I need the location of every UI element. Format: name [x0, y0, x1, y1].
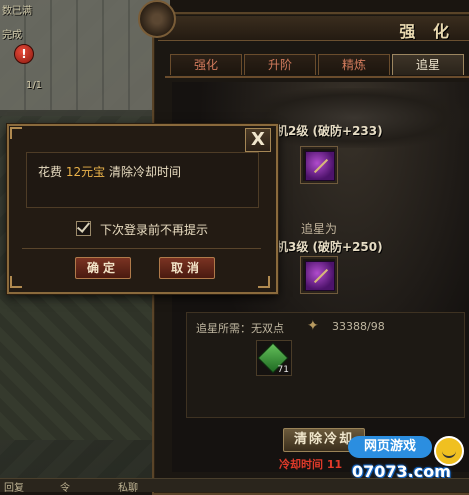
- dont-remind-checkbox[interactable]: [76, 221, 91, 236]
- requirement-value: 33388/98: [332, 320, 385, 333]
- panel-title: 强 化: [399, 22, 455, 41]
- dialog-corner-ornament: [258, 276, 270, 288]
- bottom-chat-bar: 回复 令 私聊: [0, 478, 469, 494]
- tab-upgrade[interactable]: 升阶: [244, 54, 316, 75]
- current-level-text: 机2级 (破防+233): [276, 124, 383, 138]
- tab-divider: [165, 76, 469, 78]
- dialog-corner-ornament: [10, 127, 22, 139]
- ground-texture: [0, 290, 170, 440]
- dialog-divider: [22, 248, 261, 249]
- dialog-message-box: [26, 152, 259, 208]
- quest-tracker-line: 1/1: [26, 80, 43, 91]
- tab-enhance[interactable]: 强化: [170, 54, 242, 75]
- close-icon[interactable]: X: [245, 128, 271, 152]
- confirm-dialog: [7, 124, 278, 294]
- chat-tab[interactable]: 令: [60, 479, 70, 494]
- alert-icon[interactable]: !: [14, 44, 34, 64]
- dialog-corner-ornament: [10, 276, 22, 288]
- site-watermark: 网页游戏 07073.com: [344, 436, 469, 484]
- panel-ornament-icon: [138, 0, 176, 38]
- message-prefix: 花费: [38, 165, 63, 179]
- chat-tab[interactable]: 回复: [4, 479, 24, 494]
- current-item-slot[interactable]: [300, 146, 338, 184]
- confirm-button[interactable]: 确定: [75, 257, 131, 279]
- quest-tracker-line: 数已满: [2, 6, 32, 17]
- next-item-slot[interactable]: [300, 256, 338, 294]
- arrow-label: 追星为: [301, 222, 338, 236]
- chat-tab[interactable]: 私聊: [118, 479, 138, 494]
- next-level-text: 机3级 (破防+250): [276, 240, 383, 254]
- dont-remind-label[interactable]: 下次登录前不再提示: [100, 221, 208, 238]
- dialog-message: 花费 12元宝 清除冷却时间: [38, 163, 181, 180]
- tab-bar: 强化 升阶 精炼 追星: [168, 54, 469, 76]
- weapon-item-icon: [305, 261, 335, 291]
- watermark-brand: 网页游戏: [348, 436, 432, 458]
- cooldown-timer: 冷却时间 11: [279, 458, 343, 471]
- message-amount: 12元宝: [65, 165, 106, 179]
- message-suffix: 清除冷却时间: [108, 165, 181, 179]
- cancel-button[interactable]: 取消: [159, 257, 215, 279]
- tab-star[interactable]: 追星: [392, 54, 464, 75]
- material-slot[interactable]: 71: [256, 340, 292, 376]
- tab-refine[interactable]: 精炼: [318, 54, 390, 75]
- quest-tracker-line: 完成: [2, 30, 22, 41]
- material-count: 71: [277, 365, 289, 375]
- weapon-item-icon: [305, 151, 335, 181]
- requirement-label: 追星所需：无双点: [196, 322, 284, 335]
- wings-icon: ✦: [307, 318, 319, 334]
